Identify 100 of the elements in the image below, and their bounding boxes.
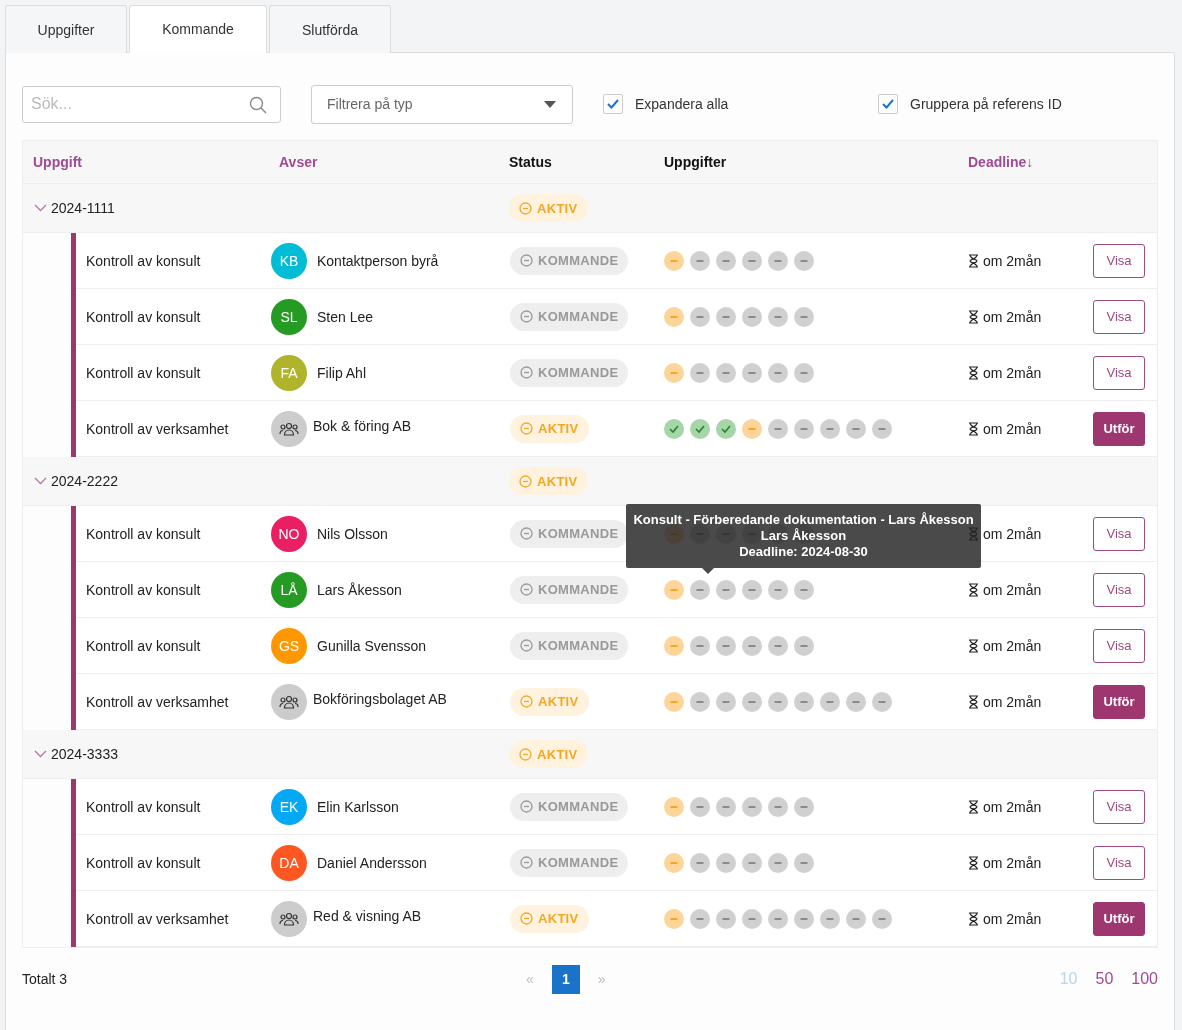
view-button[interactable]: Visa [1093, 789, 1145, 824]
tab[interactable]: Kommande [129, 5, 267, 53]
check-step-icon[interactable] [664, 418, 684, 439]
dash-step-icon[interactable] [742, 691, 762, 712]
tab[interactable]: Slutförda [269, 5, 391, 53]
dash-step-icon[interactable] [768, 908, 788, 929]
dash-step-icon[interactable] [768, 306, 788, 327]
dash-step-icon[interactable] [768, 579, 788, 600]
dash-step-icon[interactable] [690, 796, 710, 817]
checkbox[interactable] [603, 94, 623, 114]
dash-step-icon[interactable] [742, 796, 762, 817]
dash-step-icon[interactable] [768, 635, 788, 656]
view-button[interactable]: Visa [1093, 516, 1145, 551]
column-header[interactable]: Deadline↓ [968, 154, 1034, 170]
perform-button[interactable]: Utför [1093, 684, 1145, 719]
dash-step-icon[interactable] [664, 306, 684, 327]
dash-step-icon[interactable] [742, 418, 762, 439]
dash-step-icon[interactable] [716, 852, 736, 873]
dash-step-icon[interactable] [768, 250, 788, 271]
dash-step-icon[interactable] [690, 691, 710, 712]
check-step-icon[interactable] [716, 418, 736, 439]
search-field[interactable]: Sök... [22, 85, 281, 123]
chevron-icon[interactable] [34, 204, 47, 212]
dash-step-icon[interactable] [664, 362, 684, 383]
perform-button[interactable]: Utför [1093, 411, 1145, 446]
dash-step-icon[interactable] [794, 635, 814, 656]
dash-step-icon[interactable] [742, 635, 762, 656]
dash-step-icon[interactable] [690, 250, 710, 271]
dash-step-icon[interactable] [846, 908, 866, 929]
dash-step-icon[interactable] [768, 362, 788, 383]
page-size-option[interactable]: 50 [1089, 970, 1114, 988]
page-button[interactable]: 1 [551, 964, 580, 994]
dash-step-icon[interactable] [768, 691, 788, 712]
dash-step-icon[interactable] [794, 908, 814, 929]
dash-step-icon[interactable] [872, 418, 892, 439]
dash-step-icon[interactable] [690, 579, 710, 600]
dash-step-icon[interactable] [820, 691, 840, 712]
dash-step-icon[interactable] [664, 635, 684, 656]
dash-step-icon[interactable] [716, 796, 736, 817]
dash-step-icon[interactable] [664, 579, 684, 600]
dash-step-icon[interactable] [820, 418, 840, 439]
column-header[interactable]: Uppgift [33, 154, 82, 170]
dash-step-icon[interactable] [820, 908, 840, 929]
dash-step-icon[interactable] [690, 362, 710, 383]
page-size-option[interactable]: 100 [1125, 970, 1158, 988]
dash-step-icon[interactable] [716, 362, 736, 383]
dash-step-icon[interactable] [794, 796, 814, 817]
dash-step-icon[interactable] [664, 691, 684, 712]
chevron-icon[interactable] [34, 750, 47, 758]
dash-step-icon[interactable] [742, 250, 762, 271]
dash-step-icon[interactable] [768, 418, 788, 439]
dash-step-icon[interactable] [768, 796, 788, 817]
view-button[interactable]: Visa [1093, 628, 1145, 663]
view-button[interactable]: Visa [1093, 355, 1145, 390]
hourglass-icon [968, 694, 979, 709]
dash-step-icon[interactable] [664, 796, 684, 817]
dash-step-icon[interactable] [742, 579, 762, 600]
dash-step-icon[interactable] [690, 635, 710, 656]
task-name: Kontroll av konsult [86, 581, 201, 598]
dash-step-icon[interactable] [742, 852, 762, 873]
dash-step-icon[interactable] [664, 852, 684, 873]
type-filter-dropdown[interactable]: Filtrera på typ [311, 84, 573, 124]
dash-step-icon[interactable] [690, 852, 710, 873]
dash-step-icon[interactable] [794, 362, 814, 383]
dash-step-icon[interactable] [716, 579, 736, 600]
dash-step-icon[interactable] [794, 418, 814, 439]
dash-step-icon[interactable] [716, 306, 736, 327]
dash-step-icon[interactable] [690, 908, 710, 929]
dash-step-icon[interactable] [768, 852, 788, 873]
dash-step-icon[interactable] [664, 250, 684, 271]
dash-step-icon[interactable] [794, 579, 814, 600]
people-icon [271, 900, 307, 937]
dash-step-icon[interactable] [794, 306, 814, 327]
dash-step-icon[interactable] [742, 306, 762, 327]
dash-step-icon[interactable] [664, 908, 684, 929]
dash-step-icon[interactable] [716, 250, 736, 271]
dash-step-icon[interactable] [872, 691, 892, 712]
view-button[interactable]: Visa [1093, 243, 1145, 278]
chevron-icon[interactable] [34, 477, 47, 485]
dash-step-icon[interactable] [872, 908, 892, 929]
dash-step-icon[interactable] [794, 852, 814, 873]
dash-step-icon[interactable] [742, 908, 762, 929]
dash-step-icon[interactable] [846, 691, 866, 712]
dash-step-icon[interactable] [716, 691, 736, 712]
dash-step-icon[interactable] [716, 908, 736, 929]
dash-step-icon[interactable] [690, 306, 710, 327]
perform-button[interactable]: Utför [1093, 901, 1145, 936]
dash-step-icon[interactable] [742, 362, 762, 383]
column-header[interactable]: Avser [279, 154, 318, 170]
dash-step-icon[interactable] [846, 418, 866, 439]
checkbox[interactable] [878, 94, 898, 114]
view-button[interactable]: Visa [1093, 845, 1145, 880]
view-button[interactable]: Visa [1093, 299, 1145, 334]
deadline-text: om 2mån [983, 798, 1042, 815]
tab[interactable]: Uppgifter [5, 5, 127, 53]
dash-step-icon[interactable] [794, 250, 814, 271]
view-button[interactable]: Visa [1093, 572, 1145, 607]
dash-step-icon[interactable] [716, 635, 736, 656]
check-step-icon[interactable] [690, 418, 710, 439]
dash-step-icon[interactable] [794, 691, 814, 712]
